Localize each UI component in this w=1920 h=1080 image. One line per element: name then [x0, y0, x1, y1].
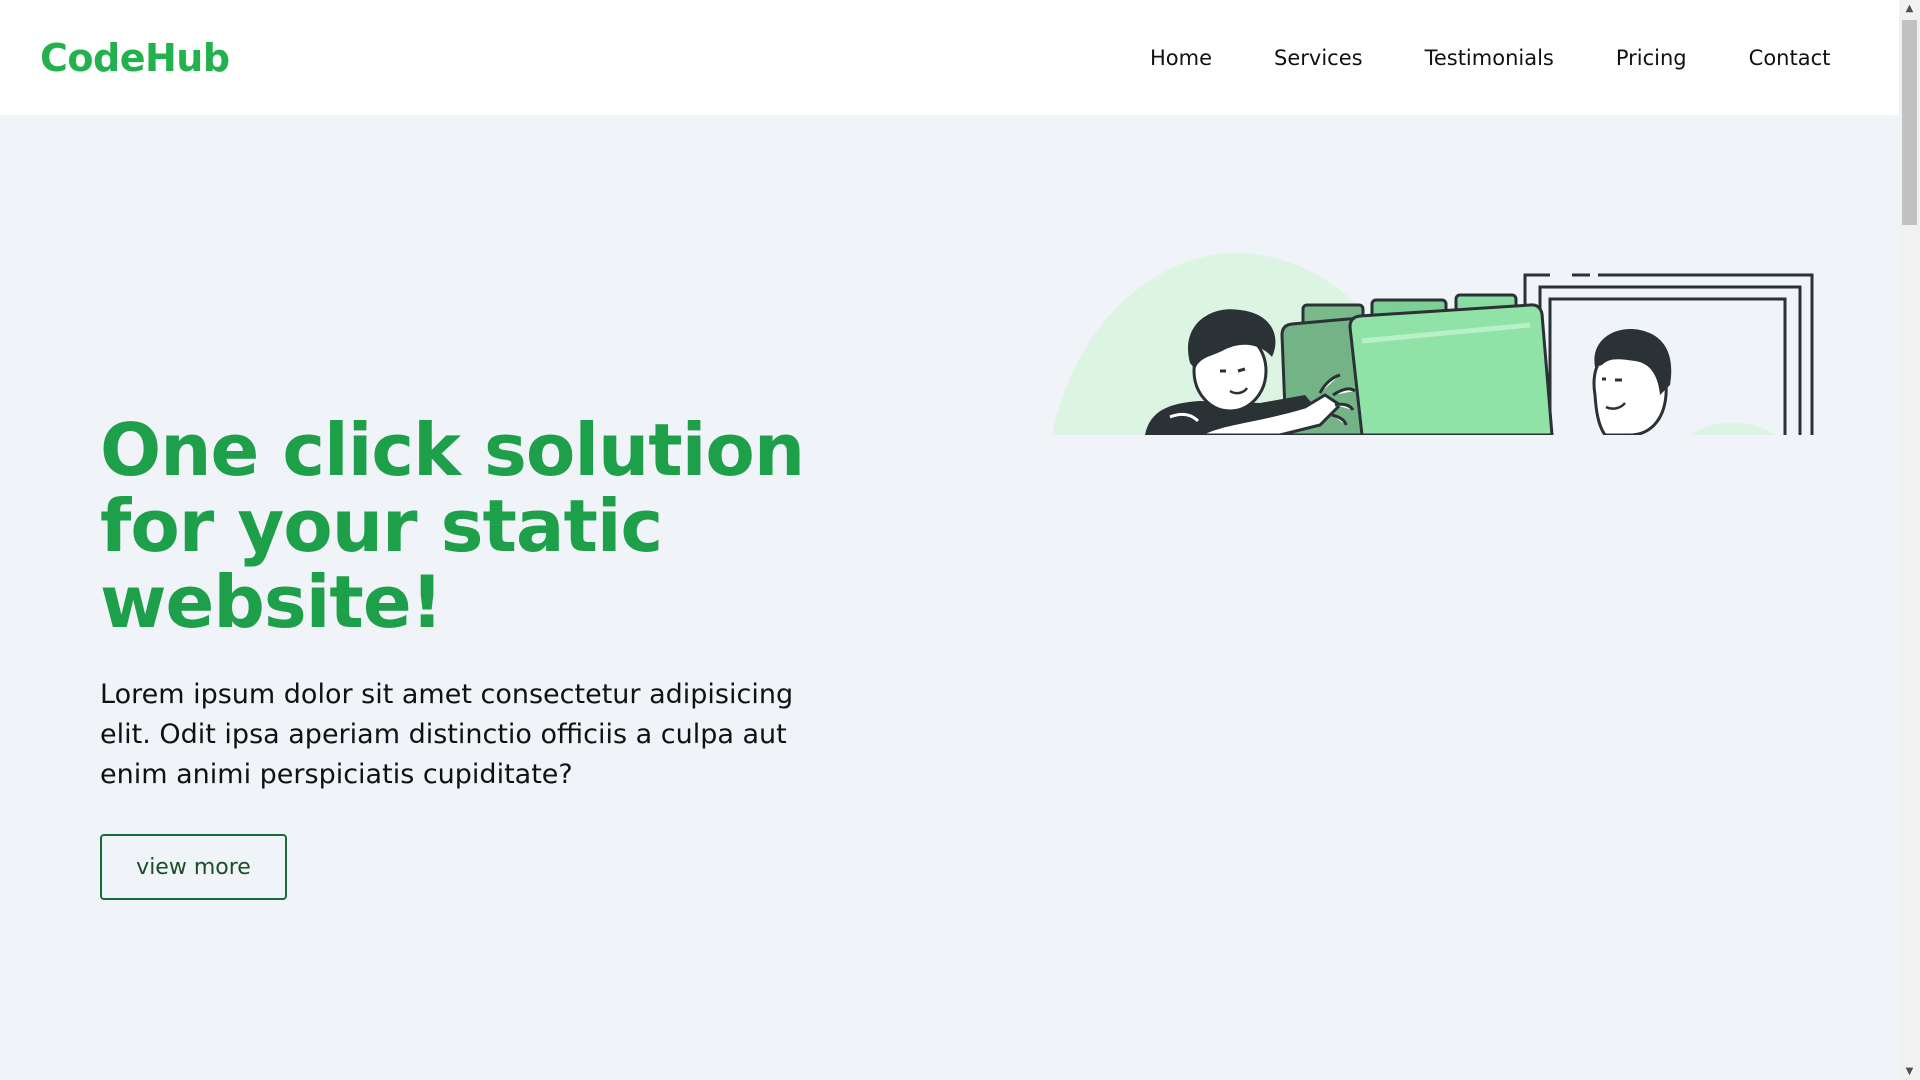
scroll-down-icon[interactable]: ▼	[1899, 1063, 1920, 1080]
vertical-scrollbar[interactable]: ▲ ▼	[1899, 0, 1920, 1080]
navbar: CodeHub Home Services Testimonials Prici…	[0, 0, 1899, 115]
nav-contact[interactable]: Contact	[1749, 44, 1831, 72]
person-right	[1592, 329, 1672, 435]
nav-home[interactable]: Home	[1150, 44, 1212, 72]
background-blob-small	[1690, 422, 1775, 435]
nav-services[interactable]: Services	[1274, 44, 1363, 72]
main-nav: Home Services Testimonials Pricing Conta…	[1150, 44, 1830, 72]
hero-section: One click solution for your static websi…	[0, 115, 1899, 1080]
hero-description: Lorem ipsum dolor sit amet consectetur a…	[100, 679, 794, 790]
hero-illustration	[1052, 252, 1814, 435]
brand-logo[interactable]: CodeHub	[40, 34, 230, 82]
page: CodeHub Home Services Testimonials Prici…	[0, 0, 1920, 1080]
hero-title: One click solution for your static websi…	[100, 408, 805, 644]
nav-pricing[interactable]: Pricing	[1616, 44, 1687, 72]
nav-testimonials[interactable]: Testimonials	[1425, 44, 1554, 72]
scroll-up-icon[interactable]: ▲	[1899, 0, 1920, 17]
view-more-button[interactable]: view more	[100, 834, 287, 900]
scroll-thumb[interactable]	[1902, 20, 1917, 225]
